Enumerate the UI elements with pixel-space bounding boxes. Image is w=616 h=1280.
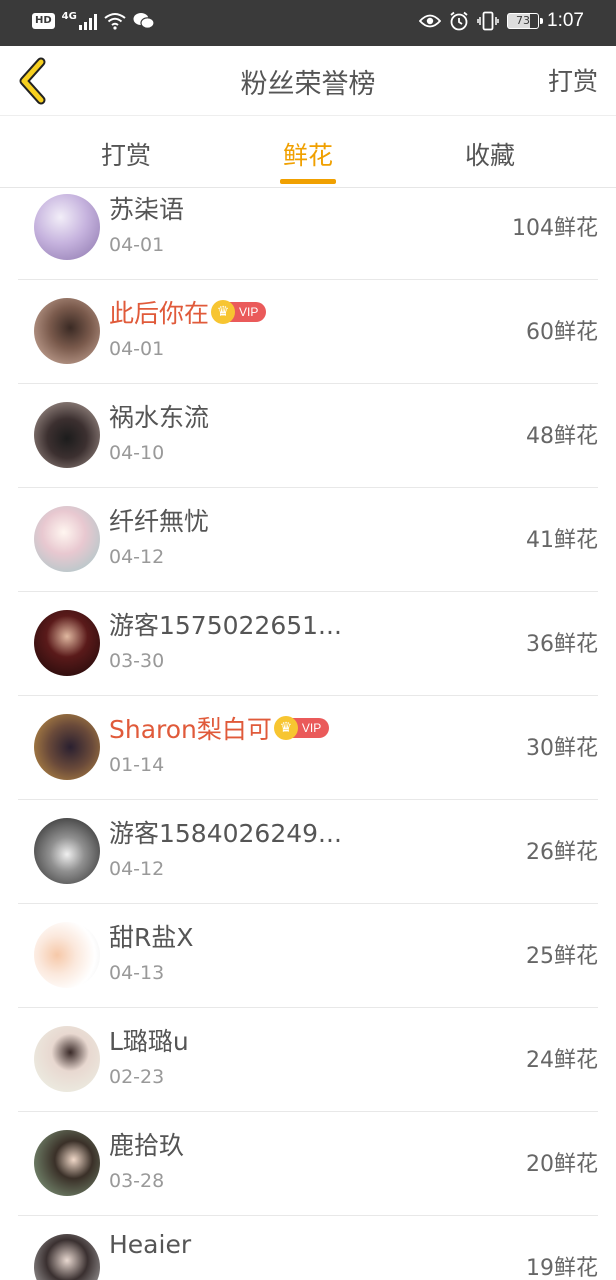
status-left: HD 4G <box>32 10 155 30</box>
tab-flowers[interactable]: 鲜花 <box>248 136 368 172</box>
vibrate-icon <box>477 11 499 31</box>
avatar <box>34 506 100 572</box>
flower-count: 19鲜花 <box>526 1256 598 1280</box>
flower-count: 26鲜花 <box>526 840 598 865</box>
flower-count: 36鲜花 <box>526 632 598 657</box>
wifi-icon <box>104 13 126 30</box>
alarm-icon <box>450 11 468 31</box>
list-item[interactable]: 纤纤無忧 04-12 41鲜花 <box>18 488 598 592</box>
avatar <box>34 818 100 884</box>
status-right: 73 1:07 <box>419 10 584 32</box>
list-item[interactable]: L璐璐u 02-23 24鲜花 <box>18 1008 598 1112</box>
list-item[interactable]: 鹿拾玖 03-28 20鲜花 <box>18 1112 598 1216</box>
avatar <box>34 194 100 260</box>
date: 04-13 <box>109 962 165 984</box>
list-item[interactable]: 甜R盐X 04-13 25鲜花 <box>18 904 598 1008</box>
date: 04-12 <box>109 546 165 568</box>
user-name: 鹿拾玖 <box>109 1131 185 1160</box>
flower-count: 48鲜花 <box>526 424 598 449</box>
active-tab-indicator <box>280 179 336 184</box>
user-name: 祸水东流 <box>109 403 210 432</box>
list-item[interactable]: 游客1575022651... 03-30 36鲜花 <box>18 592 598 696</box>
list-item[interactable]: 祸水东流 04-10 48鲜花 <box>18 384 598 488</box>
flower-count: 24鲜花 <box>526 1048 598 1073</box>
avatar <box>34 714 100 780</box>
user-name: 纤纤無忧 <box>109 507 210 536</box>
user-name: 游客1575022651... <box>109 611 342 640</box>
flower-count: 30鲜花 <box>526 736 598 761</box>
tab-favorites[interactable]: 收藏 <box>430 136 550 172</box>
network-type: 4G <box>61 10 77 22</box>
flower-count: 60鲜花 <box>526 320 598 345</box>
flower-count: 104鲜花 <box>512 216 598 241</box>
user-name: 游客1584026249... <box>109 819 342 848</box>
nav-bar: 粉丝荣誉榜 打赏 <box>0 46 616 116</box>
user-name: Heaier <box>109 1230 192 1259</box>
user-name: 苏柒语 <box>109 195 185 224</box>
list-item[interactable]: Sharon梨白可 ♛ VIP 01-14 30鲜花 <box>18 696 598 800</box>
avatar <box>34 1130 100 1196</box>
list-item[interactable]: Heaier 19鲜花 <box>18 1216 598 1280</box>
eye-icon <box>419 14 442 28</box>
user-name: 此后你在 <box>109 299 210 328</box>
flower-count: 20鲜花 <box>526 1152 598 1177</box>
crown-icon: ♛ <box>211 300 236 324</box>
date: 04-12 <box>109 858 165 880</box>
avatar <box>34 922 100 988</box>
page-title: 粉丝荣誉榜 <box>240 69 376 100</box>
avatar <box>34 1234 100 1280</box>
user-name: 甜R盐X <box>109 923 194 952</box>
signal-icon <box>78 13 97 30</box>
list-item[interactable]: 苏柒语 04-01 104鲜花 <box>18 188 598 280</box>
date: 03-28 <box>109 1170 165 1192</box>
flower-count: 25鲜花 <box>526 944 598 969</box>
list-item[interactable]: 游客1584026249... 04-12 26鲜花 <box>18 800 598 904</box>
tab-tip[interactable]: 打赏 <box>66 136 186 172</box>
avatar <box>34 1026 100 1092</box>
flower-count: 41鲜花 <box>526 528 598 553</box>
crown-icon: ♛ <box>273 716 298 740</box>
date: 02-23 <box>109 1066 165 1088</box>
avatar <box>34 610 100 676</box>
date: 01-14 <box>109 754 165 776</box>
tip-button[interactable]: 打赏 <box>548 62 598 98</box>
fan-ranking-list: 苏柒语 04-01 104鲜花 此后你在 ♛ VIP 04-01 60鲜花 祸水… <box>0 188 616 1280</box>
status-time: 1:07 <box>547 10 584 31</box>
avatar <box>34 298 100 364</box>
wechat-icon <box>133 13 155 29</box>
battery-indicator: 73 <box>507 13 544 29</box>
status-bar: HD 4G 73 1:07 <box>0 0 616 46</box>
list-item[interactable]: 此后你在 ♛ VIP 04-01 60鲜花 <box>18 280 598 384</box>
user-name: L璐璐u <box>109 1027 189 1056</box>
tab-bar: 打赏 鲜花 收藏 <box>0 116 616 188</box>
date: 04-01 <box>109 234 165 256</box>
date: 04-10 <box>109 442 165 464</box>
date: 03-30 <box>109 650 165 672</box>
hd-badge: HD <box>32 13 55 29</box>
avatar <box>34 402 100 468</box>
date: 04-01 <box>109 338 165 360</box>
user-name: Sharon梨白可 <box>109 715 272 744</box>
